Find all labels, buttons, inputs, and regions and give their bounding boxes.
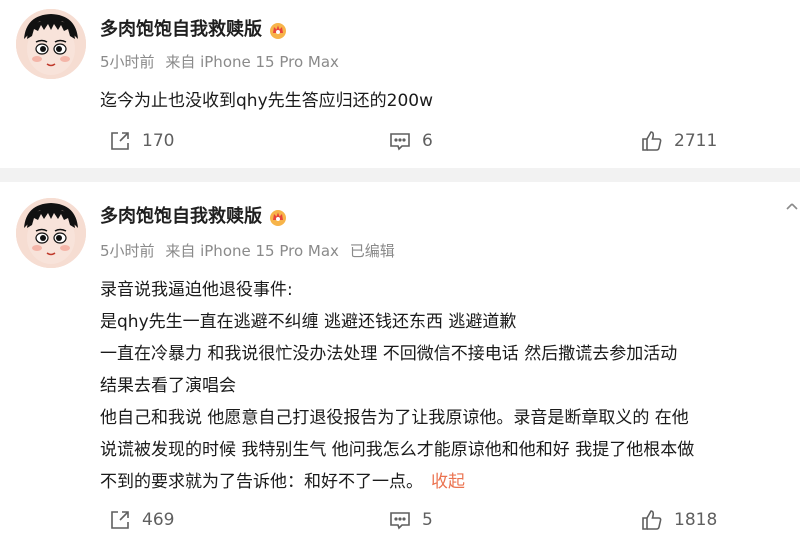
weibo-feed: 多肉饱饱自我救赎版 5小时前 来自 iPhone 15 Pro Max 迄今为止… [0, 0, 800, 539]
feed-divider [0, 168, 800, 182]
post-meta: 5小时前 来自 iPhone 15 Pro Max [100, 51, 345, 73]
user-avatar[interactable] [16, 198, 86, 268]
repost-button[interactable]: 469 [108, 505, 174, 535]
post-source: 来自 iPhone 15 Pro Max [165, 242, 339, 260]
post-time: 5小时前 [100, 242, 155, 260]
username-text[interactable]: 多肉饱饱自我救赎版 [100, 18, 262, 42]
like-count: 2711 [674, 131, 718, 151]
content-line: 一直在冷暴力 和我说很忙没办法处理 不回微信不接电话 然后撒谎去参加活动 [100, 344, 678, 364]
action-bar: 469 5 1818 [0, 505, 800, 535]
content-line: 说谎被发现的时候 我特别生气 他问我怎么才能原谅他和他和好 我提了他根本做 [100, 440, 695, 460]
vip-crown-badge-icon [270, 23, 286, 39]
post-username[interactable]: 多肉饱饱自我救赎版 [100, 205, 288, 229]
user-avatar[interactable] [16, 9, 86, 79]
content-line: 录音说我逼迫他退役事件: [100, 280, 293, 300]
edited-label: 已编辑 [349, 242, 395, 260]
post-content: 迄今为止也没收到qhy先生答应归还的200w [100, 85, 792, 117]
repost-button[interactable]: 170 [108, 126, 174, 156]
comment-bubble-icon [390, 512, 410, 530]
repost-count: 170 [142, 131, 175, 151]
like-count: 1818 [674, 510, 718, 530]
action-bar: 170 6 2711 [0, 126, 800, 156]
post-time: 5小时前 [100, 53, 155, 71]
like-button[interactable]: 2711 [640, 126, 717, 156]
content-line: 结果去看了演唱会 [100, 376, 236, 396]
thumbs-up-icon [642, 510, 662, 530]
comment-bubble-icon [390, 133, 410, 151]
share-arrow-icon [111, 132, 129, 150]
thumbs-up-icon [642, 131, 662, 151]
post-username[interactable]: 多肉饱饱自我救赎版 [100, 18, 288, 42]
username-text[interactable]: 多肉饱饱自我救赎版 [100, 205, 262, 229]
cartoon-avatar-icon [16, 9, 86, 79]
more-button[interactable] [784, 198, 800, 222]
share-arrow-icon [111, 511, 129, 529]
comment-count: 5 [422, 510, 433, 530]
like-button[interactable]: 1818 [640, 505, 717, 535]
repost-count: 469 [142, 510, 175, 530]
content-line: 是qhy先生一直在逃避不纠缠 逃避还钱还东西 逃避道歉 [100, 312, 517, 332]
comment-button[interactable]: 6 [388, 126, 433, 156]
post-meta: 5小时前 来自 iPhone 15 Pro Max 已编辑 [100, 240, 401, 262]
post-source: 来自 iPhone 15 Pro Max [165, 53, 339, 71]
post-card: 多肉饱饱自我救赎版 5小时前 来自 iPhone 15 Pro Max 迄今为止… [0, 0, 800, 168]
vip-crown-badge-icon [270, 210, 286, 226]
more-dots-icon [786, 203, 798, 210]
comment-count: 6 [422, 131, 433, 151]
content-line: 不到的要求就为了告诉他：和好不了一点。 收起 [100, 466, 792, 498]
post-content: 录音说我逼迫他退役事件: 是qhy先生一直在逃避不纠缠 逃避还钱还东西 逃避道歉… [100, 274, 792, 498]
collapse-link[interactable]: 收起 [431, 472, 465, 492]
content-text: 不到的要求就为了告诉他：和好不了一点。 [100, 472, 423, 492]
post-card: 多肉饱饱自我救赎版 5小时前 来自 iPhone 15 Pro Max 已编辑 … [0, 182, 800, 539]
content-line: 迄今为止也没收到qhy先生答应归还的200w [100, 91, 433, 111]
cartoon-avatar-icon [16, 198, 86, 268]
comment-button[interactable]: 5 [388, 505, 433, 535]
content-line: 他自己和我说 他愿意自己打退役报告为了让我原谅他。录音是断章取义的 在他 [100, 408, 689, 428]
